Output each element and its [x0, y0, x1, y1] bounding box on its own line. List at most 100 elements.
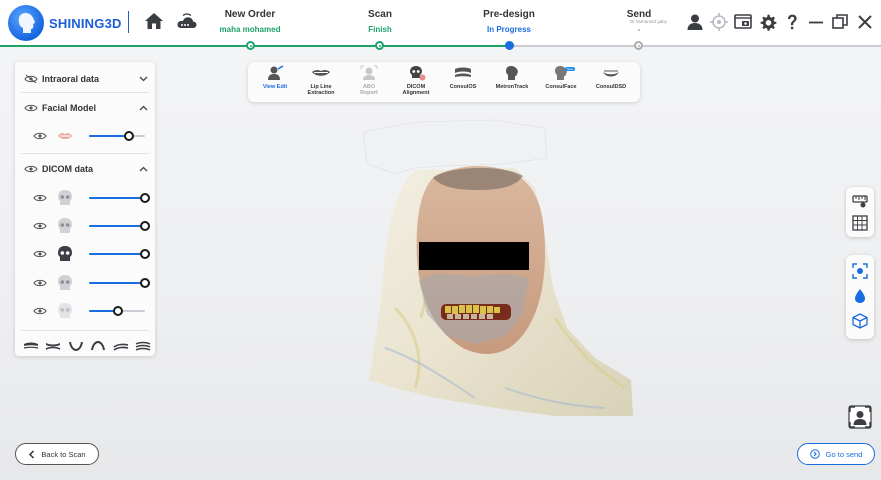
data-layers-panel: Intraoral data Facial Model DICOM data	[15, 62, 155, 356]
opacity-slider[interactable]	[89, 306, 145, 316]
logo-head-icon	[8, 5, 44, 41]
capture-icon[interactable]	[852, 263, 868, 279]
tool-metrontrack[interactable]: MetronTrack	[489, 65, 535, 101]
tool-view-edit[interactable]: View Edit	[252, 65, 298, 101]
step-title: Pre-design	[483, 9, 535, 20]
next-button-label: Go to send	[825, 449, 863, 459]
step-dot-send[interactable]	[634, 41, 643, 50]
skull-dark-icon	[58, 246, 72, 261]
eye-icon[interactable]	[33, 278, 47, 288]
layer-row-face	[15, 125, 155, 147]
step-title: Scan	[368, 9, 392, 20]
layer-row-dicom-2	[15, 215, 155, 237]
close-icon[interactable]	[856, 13, 874, 31]
face-frame-icon[interactable]	[848, 405, 872, 429]
measure-icon[interactable]	[852, 193, 868, 209]
eye-icon[interactable]	[33, 193, 47, 203]
lower-jaw-icon[interactable]	[68, 341, 84, 351]
step-status: -	[637, 25, 641, 34]
chevron-up-icon[interactable]	[139, 166, 148, 172]
both-jaws-icon[interactable]	[45, 341, 61, 351]
stack-icon[interactable]	[135, 341, 151, 351]
upper-jaw-icon[interactable]	[23, 341, 39, 351]
eye-icon[interactable]	[33, 131, 47, 141]
tool-abo-report[interactable]: ABO Report	[346, 65, 392, 101]
home-icon[interactable]	[144, 11, 164, 31]
step-pre-design[interactable]: Pre-design In Progress	[449, 9, 569, 34]
arch-icon[interactable]	[90, 341, 106, 351]
screenshot-icon[interactable]	[734, 13, 752, 31]
logo-divider	[128, 11, 129, 33]
divider	[21, 92, 149, 93]
section-facial-model[interactable]: Facial Model	[15, 97, 155, 119]
chevron-down-icon[interactable]	[139, 76, 148, 82]
eye-icon[interactable]	[33, 249, 47, 259]
opacity-slider[interactable]	[89, 249, 150, 259]
abo-report-icon	[360, 65, 378, 80]
go-to-send-button[interactable]: Go to send	[797, 443, 875, 465]
eye-icon[interactable]	[24, 164, 38, 174]
eye-icon[interactable]	[33, 221, 47, 231]
section-intraoral[interactable]: Intraoral data	[15, 68, 155, 90]
opacity-slider[interactable]	[89, 278, 150, 288]
tool-consuldsd[interactable]: ConsulDSD	[588, 65, 634, 101]
section-label: Facial Model	[42, 103, 97, 113]
tool-consulos[interactable]: ConsulOS	[440, 65, 486, 101]
divider	[21, 153, 149, 154]
tool-label: ConsulOS	[449, 84, 477, 90]
skull-icon	[58, 275, 72, 290]
progress-line-done	[0, 45, 510, 47]
jaw-view-toolbar	[23, 341, 151, 351]
step-dot-new-order[interactable]	[246, 41, 255, 50]
send-user-name: Dr Mohamed gaby	[630, 19, 668, 24]
section-dicom-data[interactable]: DICOM data	[15, 158, 155, 180]
progress-line-pending	[510, 45, 881, 47]
tool-label: ConsulDSD	[595, 84, 627, 90]
brand-name: SHINING3D	[49, 15, 122, 31]
minimize-icon[interactable]	[807, 13, 825, 31]
drop-icon[interactable]	[852, 288, 868, 304]
tool-label: View Edit	[262, 84, 288, 90]
restore-icon[interactable]	[831, 13, 849, 31]
eye-icon[interactable]	[33, 306, 47, 316]
step-status: maha mohamed	[219, 25, 281, 34]
section-label: DICOM data	[42, 164, 94, 174]
opacity-slider[interactable]	[89, 131, 145, 141]
tool-label: Lip Line Extraction	[307, 84, 335, 96]
tool-lip-line-extraction[interactable]: Lip Line Extraction	[298, 65, 344, 101]
gear-icon[interactable]	[759, 13, 777, 31]
divider	[21, 330, 149, 331]
eye-icon[interactable]	[24, 103, 38, 113]
tool-dicom-alignment[interactable]: DICOM Alignment	[393, 65, 439, 101]
back-to-scan-button[interactable]: Back to Scan	[15, 443, 99, 465]
right-dock-group-2	[846, 255, 874, 339]
step-title: New Order	[224, 9, 276, 20]
skull-icon	[58, 218, 72, 233]
step-status: Finish	[368, 25, 392, 34]
metrontrack-icon	[506, 66, 518, 80]
lips-icon	[58, 133, 72, 139]
user-icon[interactable]	[686, 13, 704, 31]
chevron-up-icon[interactable]	[139, 105, 148, 111]
consulos-icon	[455, 67, 471, 77]
step-dot-scan[interactable]	[375, 41, 384, 50]
layer-row-dicom-4	[15, 272, 155, 294]
grid-icon[interactable]	[852, 215, 868, 231]
design-toolbar: View Edit Lip Line Extraction ABO Report D…	[248, 62, 640, 102]
cube-icon[interactable]	[852, 313, 868, 329]
section-label: Intraoral data	[42, 74, 100, 84]
eye-hidden-icon[interactable]	[24, 74, 38, 84]
target-icon[interactable]	[710, 13, 728, 31]
help-icon[interactable]	[783, 13, 801, 31]
step-scan[interactable]: Scan Finish	[320, 9, 440, 34]
chevron-left-icon	[29, 449, 35, 459]
3d-face-model-viewport[interactable]	[355, 118, 645, 420]
skull-icon	[58, 190, 72, 205]
opacity-slider[interactable]	[89, 193, 150, 203]
tool-consulface[interactable]: New ConsulFace	[538, 65, 584, 101]
step-new-order[interactable]: New Order maha mohamed	[190, 9, 310, 34]
consuldsd-icon	[603, 70, 619, 77]
opacity-slider[interactable]	[89, 221, 150, 231]
occlusion-icon[interactable]	[113, 341, 129, 351]
step-dot-pre-design[interactable]	[505, 41, 514, 50]
